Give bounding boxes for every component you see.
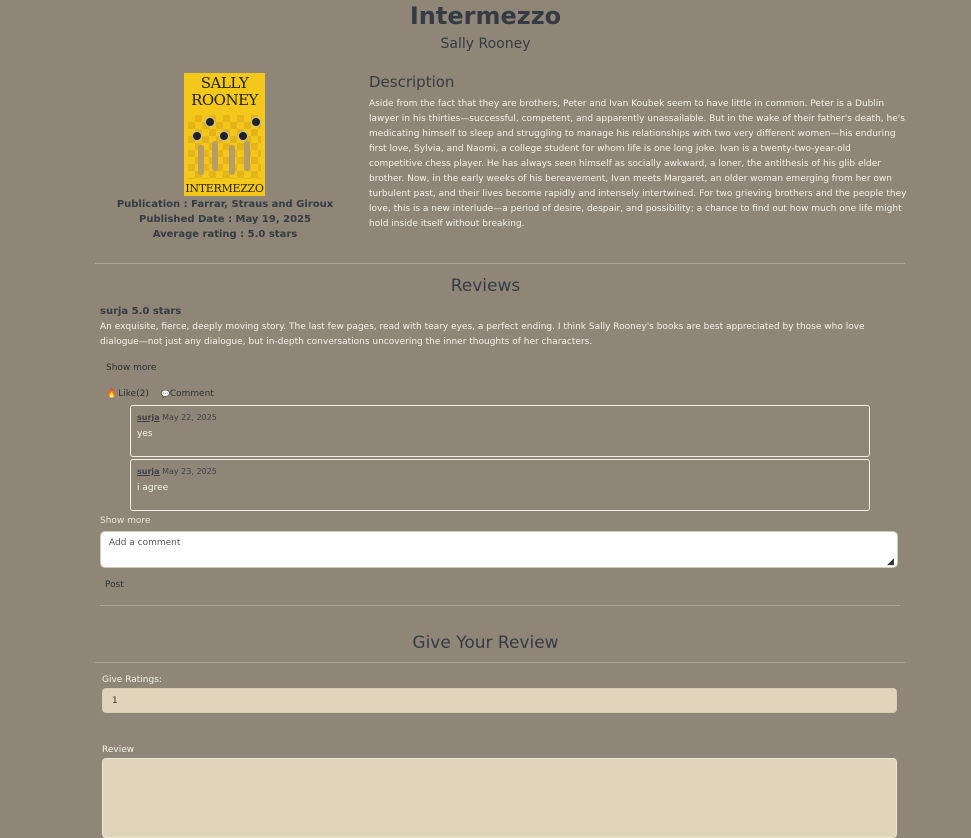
comment-user-link[interactable]: surja xyxy=(137,413,160,422)
book-author: Sally Rooney xyxy=(440,36,531,52)
review-textarea[interactable] xyxy=(102,758,897,838)
like-label: Like(2) xyxy=(118,389,149,399)
published-date: Published Date : May 19, 2025 xyxy=(139,214,311,225)
comment-text: i agree xyxy=(137,483,169,493)
cover-figure xyxy=(244,141,250,171)
reviews-heading: Reviews xyxy=(450,276,521,296)
review-show-more-button[interactable]: Show more xyxy=(106,363,156,373)
cover-figure xyxy=(229,145,235,175)
cover-figure xyxy=(198,145,204,175)
book-cover-image: SALLY ROONEY INTERMEZZO xyxy=(184,73,265,196)
comment-user-link[interactable]: surja xyxy=(137,467,160,476)
fire-icon: 🔥 xyxy=(106,389,118,399)
add-comment-input[interactable] xyxy=(100,531,898,568)
review-text: An exquisite, fierce, deeply moving stor… xyxy=(100,322,865,347)
comments-show-more-link[interactable]: Show more xyxy=(100,516,150,526)
ratings-label: Give Ratings: xyxy=(102,675,162,685)
cover-author-text: SALLY ROONEY xyxy=(191,74,258,109)
description-heading: Description xyxy=(369,73,455,91)
comment-item: surja May 23, 2025 i agree xyxy=(130,459,870,511)
review-user-rating: surja 5.0 stars xyxy=(100,306,182,317)
average-rating: Average rating : 5.0 stars xyxy=(152,229,298,240)
description-text: Aside from the fact that they are brothe… xyxy=(369,99,907,229)
cover-title-text: INTERMEZZO xyxy=(185,182,264,195)
like-button[interactable]: 🔥Like(2) xyxy=(106,389,149,399)
comment-date: May 22, 2025 xyxy=(159,413,217,422)
comment-date: May 23, 2025 xyxy=(159,467,217,476)
speech-bubble-icon: 💬 xyxy=(161,390,170,398)
chess-piece-icon xyxy=(238,131,248,141)
comment-text: yes xyxy=(137,429,153,439)
chess-piece-icon xyxy=(251,117,261,127)
chess-piece-icon xyxy=(219,131,229,141)
post-comment-button[interactable]: Post xyxy=(105,580,124,590)
give-review-heading: Give Your Review xyxy=(412,633,559,653)
section-divider xyxy=(95,662,905,663)
comment-item: surja May 22, 2025 yes xyxy=(130,405,870,457)
resize-handle-icon[interactable]: ◢ xyxy=(887,557,897,567)
section-divider xyxy=(100,605,900,606)
comment-button[interactable]: 💬Comment xyxy=(161,389,214,399)
comment-meta: surja May 23, 2025 xyxy=(137,467,217,476)
chess-piece-icon xyxy=(192,131,202,141)
book-title: Intermezzo xyxy=(409,2,562,30)
cover-figure xyxy=(212,141,218,171)
comment-label: Comment xyxy=(169,389,214,399)
ratings-input[interactable] xyxy=(102,688,897,713)
section-divider xyxy=(95,263,905,264)
chess-piece-icon xyxy=(205,117,215,127)
review-label: Review xyxy=(102,745,135,755)
comment-meta: surja May 22, 2025 xyxy=(137,413,217,422)
publication-info: Publication : Farrar, Straus and Giroux xyxy=(116,199,334,210)
